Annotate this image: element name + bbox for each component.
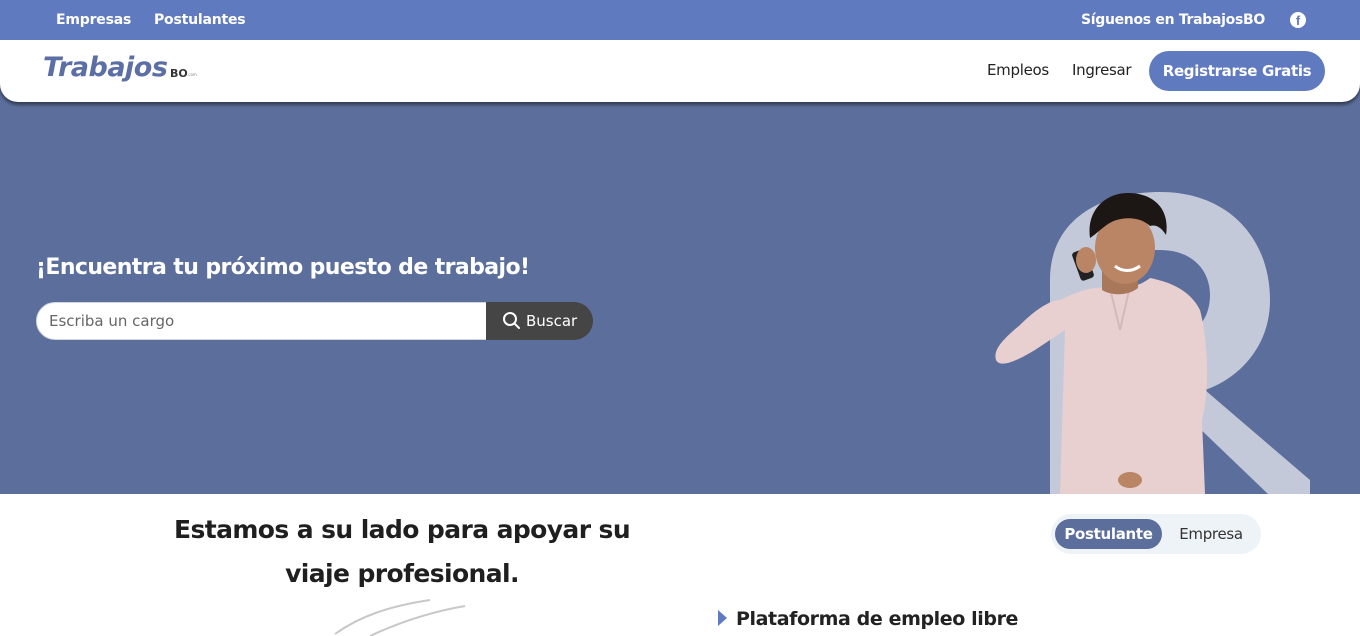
- site-logo[interactable]: Trabajos: [43, 52, 168, 83]
- nav-link-ingresar[interactable]: Ingresar: [1072, 61, 1132, 79]
- feature-item: Plataforma de empleo libre: [718, 608, 1018, 630]
- navbar: Trabajos BO .com Empleos Ingresar Regist…: [0, 40, 1360, 102]
- person-image: [995, 192, 1208, 494]
- topbar-link-empresas[interactable]: Empresas: [56, 12, 131, 28]
- audience-toggle: Postulante Empresa: [1051, 514, 1261, 554]
- search-button-label: Buscar: [526, 312, 578, 330]
- logo-domain: .com: [187, 72, 197, 77]
- follow-text: Síguenos en TrabajosBO: [1080, 12, 1265, 28]
- decorative-lines: [334, 599, 466, 636]
- hero-title: ¡Encuentra tu próximo puesto de trabajo!: [36, 255, 530, 280]
- toggle-empresa[interactable]: Empresa: [1166, 519, 1256, 549]
- section-title: Estamos a su lado para apoyar su viaje p…: [173, 515, 631, 588]
- search-button[interactable]: Buscar: [486, 302, 593, 340]
- topbar-link-postulantes[interactable]: Postulantes: [154, 12, 246, 28]
- nav-link-empleos[interactable]: Empleos: [987, 61, 1049, 79]
- toggle-postulante[interactable]: Postulante: [1055, 519, 1162, 549]
- job-search-input[interactable]: [36, 302, 488, 340]
- triangle-bullet-icon: [718, 610, 727, 626]
- logo-suffix: BO: [170, 67, 188, 80]
- feature-item-label: Plataforma de empleo libre: [736, 608, 1019, 630]
- facebook-icon[interactable]: f: [1290, 12, 1306, 28]
- search-icon: [503, 312, 520, 329]
- top-bar: Empresas Postulantes Síguenos en Trabajo…: [0, 0, 1360, 40]
- register-button[interactable]: Registrarse Gratis: [1149, 51, 1325, 91]
